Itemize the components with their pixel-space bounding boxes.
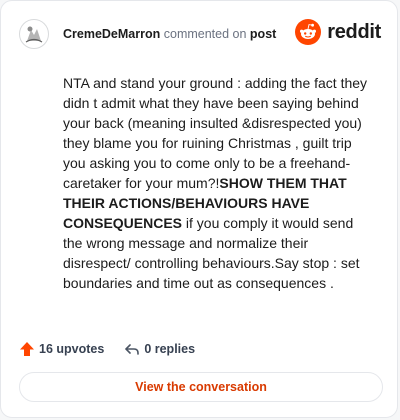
comment-text-1: NTA and stand your ground : adding the f… — [63, 75, 368, 191]
reddit-wordmark: reddit — [327, 20, 381, 43]
reddit-brand[interactable]: reddit — [295, 19, 381, 45]
comment-body: NTA and stand your ground : adding the f… — [63, 73, 369, 293]
action-text: commented on — [163, 27, 247, 41]
post-link[interactable]: post — [250, 27, 276, 41]
username-link[interactable]: CremeDeMarron — [63, 27, 160, 41]
comment-meta: CremeDeMarron commented on post — [63, 26, 276, 42]
reply-icon — [125, 344, 140, 355]
replies-label: 0 replies — [144, 342, 196, 356]
comment-card: CremeDeMarron commented on post reddit N… — [0, 0, 398, 418]
comment-footer: 16 upvotes 0 replies — [19, 338, 381, 360]
upvotes-stat[interactable]: 16 upvotes — [19, 341, 104, 357]
replies-stat[interactable]: 0 replies — [124, 341, 195, 357]
view-conversation-button[interactable]: View the conversation — [19, 372, 383, 402]
upvotes-label: 16 upvotes — [39, 342, 105, 356]
comment-header: CremeDeMarron commented on post reddit — [19, 17, 381, 51]
reddit-alien-icon — [295, 19, 322, 45]
upvote-arrow-icon — [20, 342, 34, 356]
user-avatar-icon[interactable] — [19, 19, 49, 49]
